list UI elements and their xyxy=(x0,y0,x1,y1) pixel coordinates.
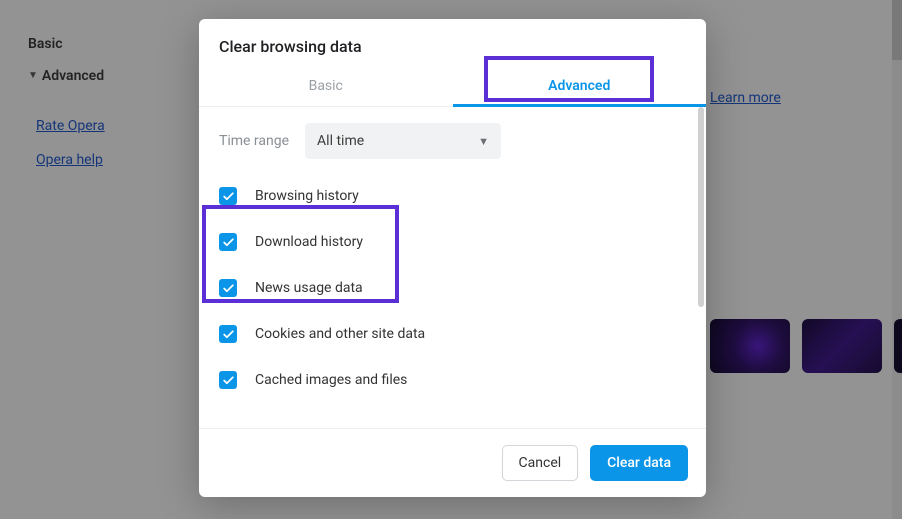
option-cached[interactable]: Cached images and files xyxy=(219,357,686,403)
clear-data-button[interactable]: Clear data xyxy=(590,445,688,481)
option-label: Cookies and other site data xyxy=(255,326,425,342)
option-label: Download history xyxy=(255,234,363,250)
tab-advanced[interactable]: Advanced xyxy=(453,68,707,107)
time-range-label: Time range xyxy=(219,133,289,149)
checkbox-checked-icon[interactable] xyxy=(219,233,237,251)
time-range-value: All time xyxy=(317,133,364,149)
time-range-select[interactable]: All time ▼ xyxy=(305,123,501,159)
chevron-down-icon: ▼ xyxy=(478,135,489,148)
option-download-history[interactable]: Download history xyxy=(219,219,686,265)
clear-options-list: Browsing history Download history News u… xyxy=(219,173,686,403)
option-browsing-history[interactable]: Browsing history xyxy=(219,173,686,219)
dialog-scrollbar[interactable] xyxy=(698,107,704,307)
checkbox-checked-icon[interactable] xyxy=(219,371,237,389)
option-label: Browsing history xyxy=(255,188,359,204)
time-range-row: Time range All time ▼ xyxy=(219,123,686,159)
clear-browsing-data-dialog: Clear browsing data Basic Advanced Time … xyxy=(199,19,706,497)
dialog-tabs: Basic Advanced xyxy=(199,68,706,107)
checkbox-checked-icon[interactable] xyxy=(219,187,237,205)
checkbox-checked-icon[interactable] xyxy=(219,325,237,343)
tab-basic[interactable]: Basic xyxy=(199,68,453,106)
option-news-usage[interactable]: News usage data xyxy=(219,265,686,311)
option-cookies[interactable]: Cookies and other site data xyxy=(219,311,686,357)
dialog-body: Time range All time ▼ Browsing history D… xyxy=(199,107,706,428)
option-label: Cached images and files xyxy=(255,372,407,388)
cancel-button[interactable]: Cancel xyxy=(502,445,579,481)
dialog-footer: Cancel Clear data xyxy=(199,428,706,497)
dialog-title: Clear browsing data xyxy=(199,19,706,68)
checkbox-checked-icon[interactable] xyxy=(219,279,237,297)
option-label: News usage data xyxy=(255,280,363,296)
